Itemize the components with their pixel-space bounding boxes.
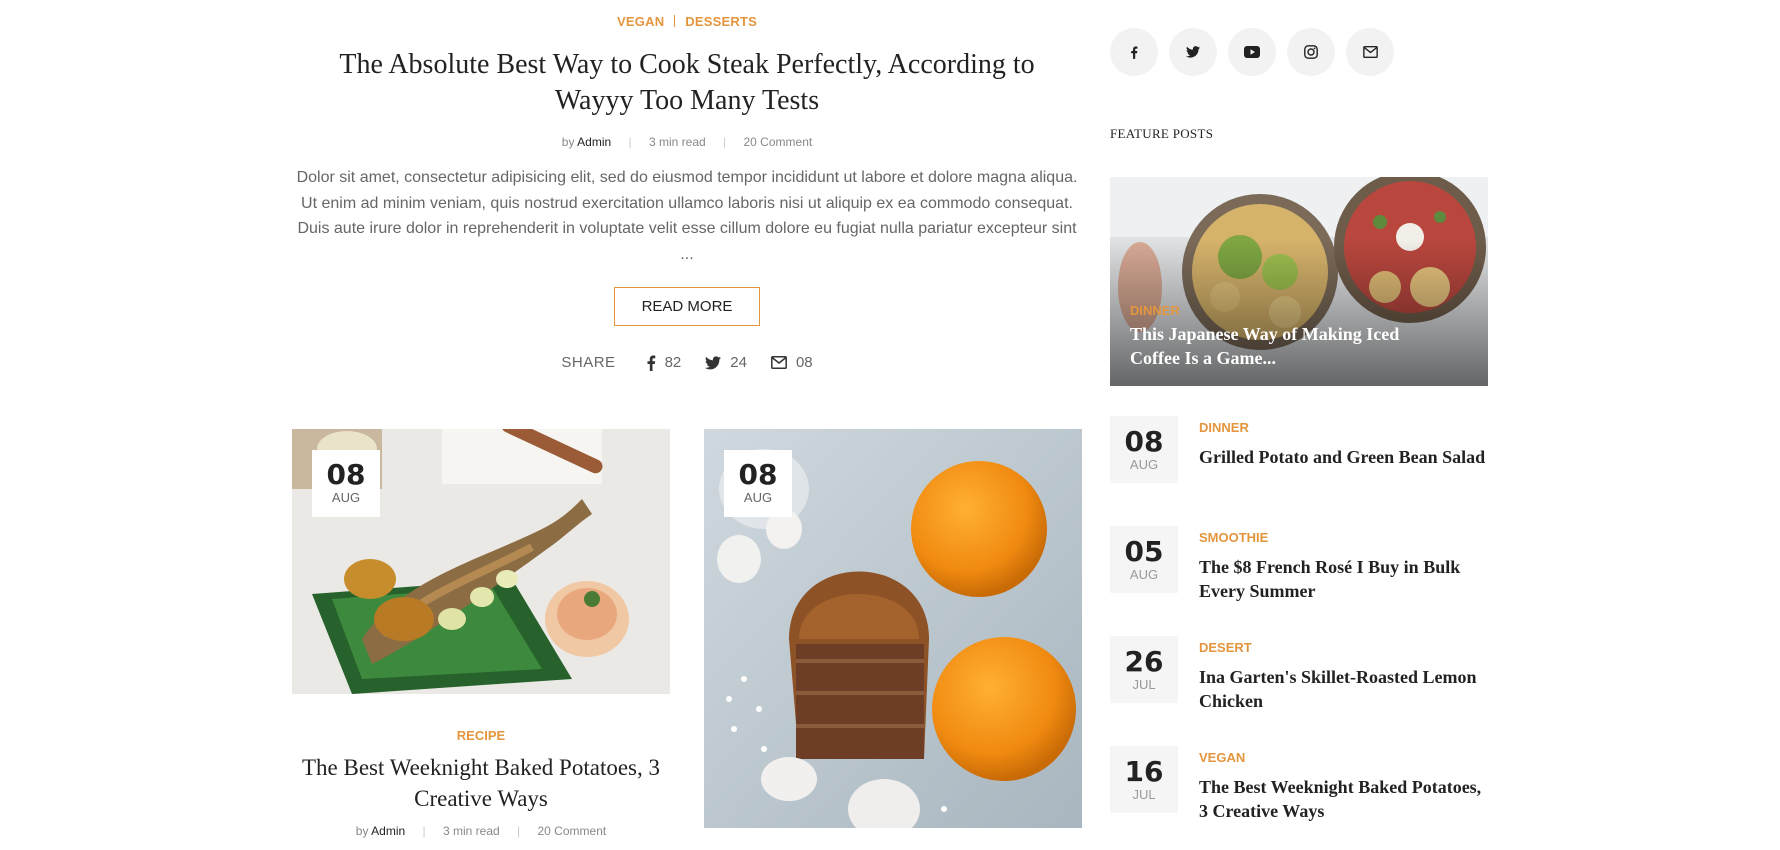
meta-read-time: 3 min read (648, 135, 706, 149)
social-twitter[interactable] (1169, 28, 1217, 76)
share-email[interactable]: 08 (770, 354, 813, 371)
post-category[interactable]: DINNER (1199, 420, 1489, 435)
date-badge: 08 AUG (724, 450, 792, 517)
date-month: AUG (1129, 457, 1159, 472)
date-day: 08 (738, 458, 778, 491)
category-link-desserts[interactable]: DESSERTS (685, 14, 757, 29)
meta-by: by (355, 824, 369, 838)
share-bar: SHARE 82 24 08 (292, 354, 1082, 371)
sidebar-post-list: 08 AUG DINNER Grilled Potato and Green B… (1110, 416, 1488, 850)
date-month: AUG (743, 490, 773, 505)
meta-comments[interactable]: 20 Comment (744, 135, 813, 149)
social-youtube[interactable] (1228, 28, 1276, 76)
facebook-icon (647, 355, 655, 371)
date-month: AUG (331, 490, 361, 505)
date-day: 05 (1124, 535, 1164, 568)
meta-author[interactable]: Admin (371, 824, 405, 838)
mail-icon (770, 356, 787, 369)
read-more-button[interactable]: READ MORE (613, 287, 761, 326)
list-item: 08 AUG DINNER Grilled Potato and Green B… (1110, 416, 1488, 526)
post-category[interactable]: DESERT (1199, 640, 1489, 655)
date-day: 26 (1124, 645, 1164, 678)
list-item: 26 JUL DESERT Ina Garten's Skillet-Roast… (1110, 636, 1488, 746)
twitter-icon (705, 355, 722, 369)
social-links (1110, 28, 1488, 76)
meta-divider: | (517, 824, 521, 838)
hero-categories: VEGAN DESSERTS (292, 0, 1082, 29)
meta-divider: | (628, 135, 632, 149)
card-meta: by Admin | 3 min read | 20 Comment (292, 824, 670, 838)
share-label: SHARE (561, 354, 616, 371)
feature-posts-heading-text: FEATURE POSTS (1110, 126, 1214, 141)
card-image-panettone[interactable]: 08 AUG (704, 429, 1082, 828)
twitter-icon (1186, 46, 1200, 58)
date-month: JUL (1132, 787, 1156, 802)
sidebar: FEATURE POSTS DINNER This Japanese Way o… (1110, 0, 1488, 850)
date-day: 08 (1124, 425, 1164, 458)
facebook-icon (1131, 46, 1138, 59)
social-email[interactable] (1346, 28, 1394, 76)
youtube-icon (1244, 46, 1260, 58)
read-more-wrap: READ MORE (292, 287, 1082, 326)
meta-author[interactable]: Admin (577, 135, 611, 149)
share-email-count: 08 (795, 354, 813, 371)
card-category[interactable]: RECIPE (292, 728, 670, 743)
post-card: 08 AUG (704, 429, 1082, 828)
date-month: AUG (1129, 567, 1159, 582)
share-facebook-count: 82 (664, 354, 682, 371)
post-text: VEGAN The Best Weeknight Baked Potatoes,… (1199, 750, 1489, 823)
hero-meta: by Admin | 3 min read | 20 Comment (292, 135, 1082, 149)
date-day: 08 (326, 458, 366, 491)
share-twitter-count: 24 (730, 354, 747, 371)
meta-divider: | (422, 824, 426, 838)
feature-post-card[interactable]: DINNER This Japanese Way of Making Iced … (1110, 177, 1488, 386)
share-facebook[interactable]: 82 (646, 354, 682, 371)
feature-post-category[interactable]: DINNER (1130, 303, 1180, 318)
meta-divider: | (723, 135, 727, 149)
post-category[interactable]: VEGAN (1199, 750, 1489, 765)
date-badge: 08 AUG (1110, 416, 1178, 483)
post-card: 08 AUG RECIPE The Best Weeknight Baked P… (292, 429, 670, 838)
post-text: DESERT Ina Garten's Skillet-Roasted Lemo… (1199, 640, 1489, 713)
date-day: 16 (1124, 755, 1164, 788)
card-image-fish[interactable]: 08 AUG (292, 429, 670, 694)
social-facebook[interactable] (1110, 28, 1158, 76)
date-badge: 16 JUL (1110, 746, 1178, 813)
hero-excerpt: Dolor sit amet, consectetur adipisicing … (296, 169, 1078, 263)
date-badge: 26 JUL (1110, 636, 1178, 703)
date-badge: 08 AUG (312, 450, 380, 517)
main-column: VEGAN DESSERTS The Absolute Best Way to C… (292, 0, 1082, 838)
mail-icon (1362, 46, 1378, 58)
social-instagram[interactable] (1287, 28, 1335, 76)
date-badge: 05 AUG (1110, 526, 1178, 593)
share-twitter[interactable]: 24 (705, 354, 747, 371)
feature-post-title[interactable]: This Japanese Way of Making Iced Coffee … (1130, 322, 1450, 370)
instagram-icon (1304, 45, 1318, 59)
meta-read-time: 3 min read (442, 824, 500, 838)
post-title[interactable]: Ina Garten's Skillet-Roasted Lemon Chick… (1199, 665, 1489, 713)
meta-comments[interactable]: 20 Comment (538, 824, 607, 838)
post-title[interactable]: The Best Weeknight Baked Potatoes, 3 Cre… (1199, 775, 1489, 823)
list-item: 16 JUL VEGAN The Best Weeknight Baked Po… (1110, 746, 1488, 850)
post-text: DINNER Grilled Potato and Green Bean Sal… (1199, 420, 1489, 469)
hero-title[interactable]: The Absolute Best Way to Cook Steak Perf… (292, 47, 1082, 119)
post-cards: 08 AUG RECIPE The Best Weeknight Baked P… (292, 429, 1082, 850)
list-item: 05 AUG SMOOTHIE The $8 French Rosé I Buy… (1110, 526, 1488, 636)
card-title[interactable]: The Best Weeknight Baked Potatoes, 3 Cre… (292, 752, 670, 814)
post-title[interactable]: The $8 French Rosé I Buy in Bulk Every S… (1199, 555, 1489, 603)
feature-posts-heading: FEATURE POSTS (1110, 126, 1214, 144)
post-title[interactable]: Grilled Potato and Green Bean Salad (1199, 445, 1489, 469)
post-category[interactable]: SMOOTHIE (1199, 530, 1489, 545)
category-divider (674, 15, 676, 27)
meta-by: by (561, 135, 575, 149)
category-link-vegan[interactable]: VEGAN (617, 14, 664, 29)
post-text: SMOOTHIE The $8 French Rosé I Buy in Bul… (1199, 530, 1489, 603)
date-month: JUL (1132, 677, 1156, 692)
